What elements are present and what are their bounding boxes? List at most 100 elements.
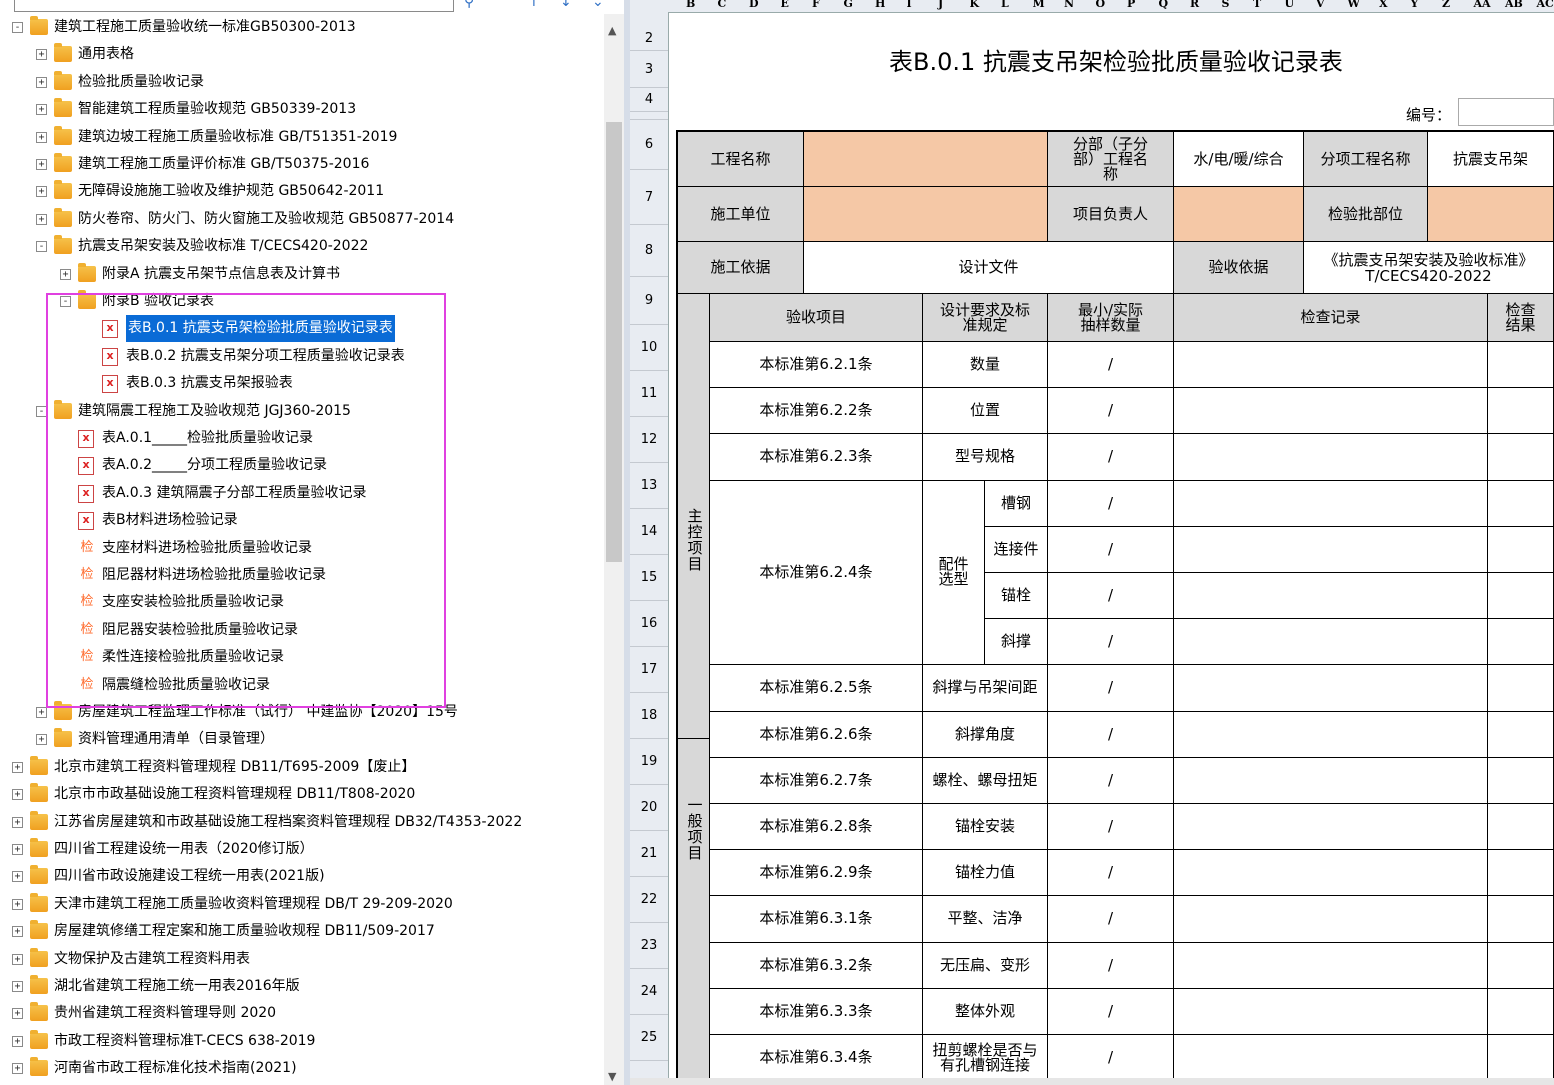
- number-input[interactable]: [1458, 98, 1554, 126]
- row-number[interactable]: 19: [630, 739, 668, 785]
- column-letter[interactable]: Z: [1442, 0, 1450, 10]
- search-input[interactable]: [14, 0, 454, 12]
- sample-cell[interactable]: /: [1048, 665, 1174, 712]
- column-letter[interactable]: B: [686, 0, 695, 10]
- result-cell[interactable]: [1488, 711, 1554, 758]
- sample-cell[interactable]: /: [1048, 896, 1174, 943]
- column-letter[interactable]: K: [970, 0, 980, 10]
- column-letter[interactable]: P: [1127, 0, 1135, 10]
- up-icon[interactable]: ↑: [528, 0, 540, 10]
- record-cell[interactable]: [1174, 619, 1488, 666]
- column-letter[interactable]: T: [1253, 0, 1261, 10]
- row-number[interactable]: 12: [630, 417, 668, 463]
- sample-cell[interactable]: /: [1048, 988, 1174, 1035]
- sample-cell[interactable]: /: [1048, 711, 1174, 758]
- row-number[interactable]: 8: [630, 225, 668, 277]
- result-cell[interactable]: [1488, 480, 1554, 527]
- record-cell[interactable]: [1174, 804, 1488, 851]
- result-cell[interactable]: [1488, 619, 1554, 666]
- column-letter[interactable]: V: [1316, 0, 1325, 10]
- sample-cell[interactable]: /: [1048, 434, 1174, 481]
- expand-icon[interactable]: +: [36, 734, 47, 746]
- expand-icon[interactable]: +: [36, 131, 47, 143]
- batch-location-input[interactable]: [1428, 187, 1554, 242]
- row-number[interactable]: 18: [630, 693, 668, 739]
- result-cell[interactable]: [1488, 804, 1554, 851]
- result-cell[interactable]: [1488, 896, 1554, 943]
- result-cell[interactable]: [1488, 526, 1554, 573]
- row-number[interactable]: 6: [630, 120, 668, 170]
- sample-cell[interactable]: /: [1048, 942, 1174, 989]
- sample-cell[interactable]: /: [1048, 480, 1174, 527]
- result-cell[interactable]: [1488, 573, 1554, 620]
- result-cell[interactable]: [1488, 757, 1554, 804]
- scroll-down-icon[interactable]: ▼: [608, 1070, 616, 1083]
- column-letter[interactable]: S: [1222, 0, 1230, 10]
- expand-icon[interactable]: +: [36, 213, 47, 225]
- sample-cell[interactable]: /: [1048, 804, 1174, 851]
- row-number[interactable]: 25: [630, 1015, 668, 1061]
- row-number[interactable]: 16: [630, 601, 668, 647]
- row-number[interactable]: 3: [630, 51, 668, 88]
- record-cell[interactable]: [1174, 942, 1488, 989]
- expand-icon[interactable]: +: [12, 898, 23, 910]
- row-number[interactable]: 24: [630, 969, 668, 1015]
- row-number[interactable]: 20: [630, 785, 668, 831]
- expand-icon[interactable]: +: [12, 1035, 23, 1047]
- expand-icon[interactable]: +: [36, 49, 47, 61]
- column-letter[interactable]: O: [1096, 0, 1106, 10]
- sample-cell[interactable]: /: [1048, 388, 1174, 435]
- record-cell[interactable]: [1174, 388, 1488, 435]
- record-cell[interactable]: [1174, 850, 1488, 897]
- sample-cell[interactable]: /: [1048, 573, 1174, 620]
- column-letter[interactable]: U: [1285, 0, 1295, 10]
- expand-icon[interactable]: +: [12, 789, 23, 801]
- expand-icon[interactable]: +: [12, 871, 23, 883]
- expand-icon[interactable]: +: [12, 1063, 23, 1075]
- row-number[interactable]: 23: [630, 923, 668, 969]
- column-letter[interactable]: G: [844, 0, 853, 10]
- expand-icon[interactable]: +: [12, 981, 23, 992]
- record-cell[interactable]: [1174, 711, 1488, 758]
- collapse-icon[interactable]: -: [36, 241, 47, 253]
- sample-cell[interactable]: /: [1048, 1035, 1174, 1082]
- row-number[interactable]: 2: [630, 26, 668, 51]
- collapse-icon[interactable]: -: [12, 22, 23, 33]
- result-cell[interactable]: [1488, 942, 1554, 989]
- column-letter[interactable]: AB: [1505, 0, 1523, 10]
- row-number[interactable]: 9: [630, 277, 668, 325]
- search-icon[interactable]: ⚲: [464, 0, 474, 10]
- scrollbar-thumb[interactable]: [606, 122, 622, 562]
- row-number[interactable]: 7: [630, 170, 668, 225]
- sample-cell[interactable]: /: [1048, 619, 1174, 666]
- result-cell[interactable]: [1488, 342, 1554, 389]
- column-letter[interactable]: F: [812, 0, 820, 10]
- column-letter[interactable]: AA: [1474, 0, 1491, 10]
- scroll-up-icon[interactable]: ▲: [608, 24, 616, 37]
- column-letter[interactable]: L: [1001, 0, 1009, 10]
- row-number[interactable]: 14: [630, 509, 668, 555]
- collapse-icon[interactable]: -: [36, 405, 47, 417]
- record-cell[interactable]: [1174, 434, 1488, 481]
- expand-icon[interactable]: +: [36, 186, 47, 198]
- result-cell[interactable]: [1488, 1035, 1554, 1082]
- sample-cell[interactable]: /: [1048, 757, 1174, 804]
- expand-icon[interactable]: +: [12, 1008, 23, 1020]
- column-letter[interactable]: C: [718, 0, 727, 10]
- expand-icon[interactable]: +: [60, 268, 71, 280]
- column-letter[interactable]: I: [907, 0, 912, 10]
- result-cell[interactable]: [1488, 850, 1554, 897]
- expand-icon[interactable]: +: [36, 159, 47, 170]
- row-number[interactable]: 22: [630, 877, 668, 923]
- row-number[interactable]: 10: [630, 325, 668, 371]
- expand-icon[interactable]: +: [12, 953, 23, 965]
- record-cell[interactable]: [1174, 342, 1488, 389]
- down-icon[interactable]: ↓: [560, 0, 572, 10]
- column-letter[interactable]: W: [1348, 0, 1360, 10]
- column-letter[interactable]: H: [875, 0, 885, 10]
- column-letter[interactable]: D: [749, 0, 759, 10]
- expand-icon[interactable]: +: [36, 104, 47, 116]
- record-cell[interactable]: [1174, 757, 1488, 804]
- result-cell[interactable]: [1488, 434, 1554, 481]
- contractor-input[interactable]: [804, 187, 1048, 242]
